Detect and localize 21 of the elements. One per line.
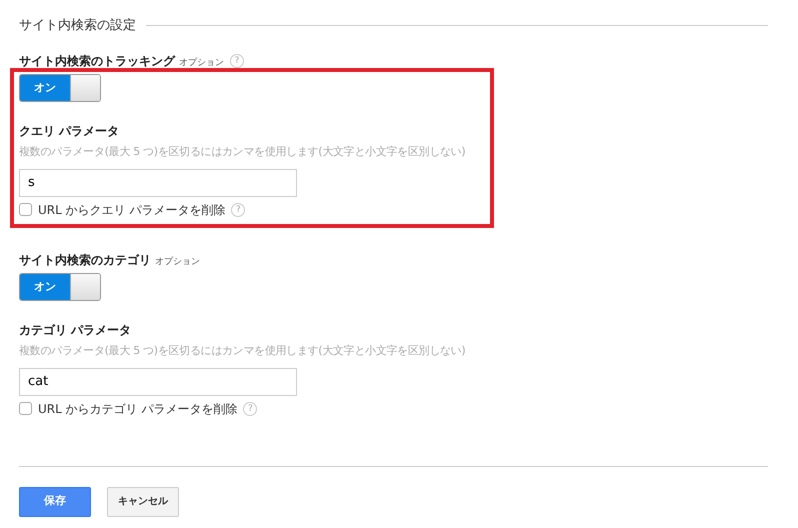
hint-text: 複数のパラメータ(最大 5 つ)を区切るにはカンマを使用します(大文字と小文字を区別しない) bbox=[19, 343, 466, 359]
section-title: サイト内検索の設定 bbox=[19, 17, 136, 35]
text-field[interactable]: s bbox=[19, 168, 297, 196]
parameter-label: クエリ パラメータ bbox=[19, 123, 120, 140]
hint-text: 複数のパラメータ(最大 5 つ)を区切るにはカンマを使用します(大文字と小文字を区別しない) bbox=[19, 144, 466, 160]
checkbox[interactable] bbox=[19, 402, 32, 415]
text-field[interactable]: cat bbox=[19, 368, 297, 396]
optional-label: オプション bbox=[155, 256, 200, 266]
optional-label: オプション bbox=[179, 58, 224, 68]
toggle-switch[interactable]: オン bbox=[19, 273, 101, 301]
help-icon: ? bbox=[243, 402, 258, 416]
checkbox[interactable] bbox=[19, 203, 32, 216]
field-label: サイト内検索のカテゴリ bbox=[19, 252, 151, 266]
cancel-button[interactable]: キャンセル bbox=[107, 486, 179, 516]
toggle-switch[interactable]: オン bbox=[19, 74, 101, 102]
field-label: サイト内検索のトラッキング bbox=[19, 54, 175, 68]
checkbox-label: URL からカテゴリ パラメータを削除 bbox=[38, 400, 238, 418]
parameter-label: カテゴリ パラメータ bbox=[19, 322, 132, 339]
checkbox-label: URL からクエリ パラメータを削除 bbox=[38, 202, 226, 218]
help-icon: ? bbox=[231, 202, 246, 216]
help-icon: ? bbox=[230, 54, 244, 68]
